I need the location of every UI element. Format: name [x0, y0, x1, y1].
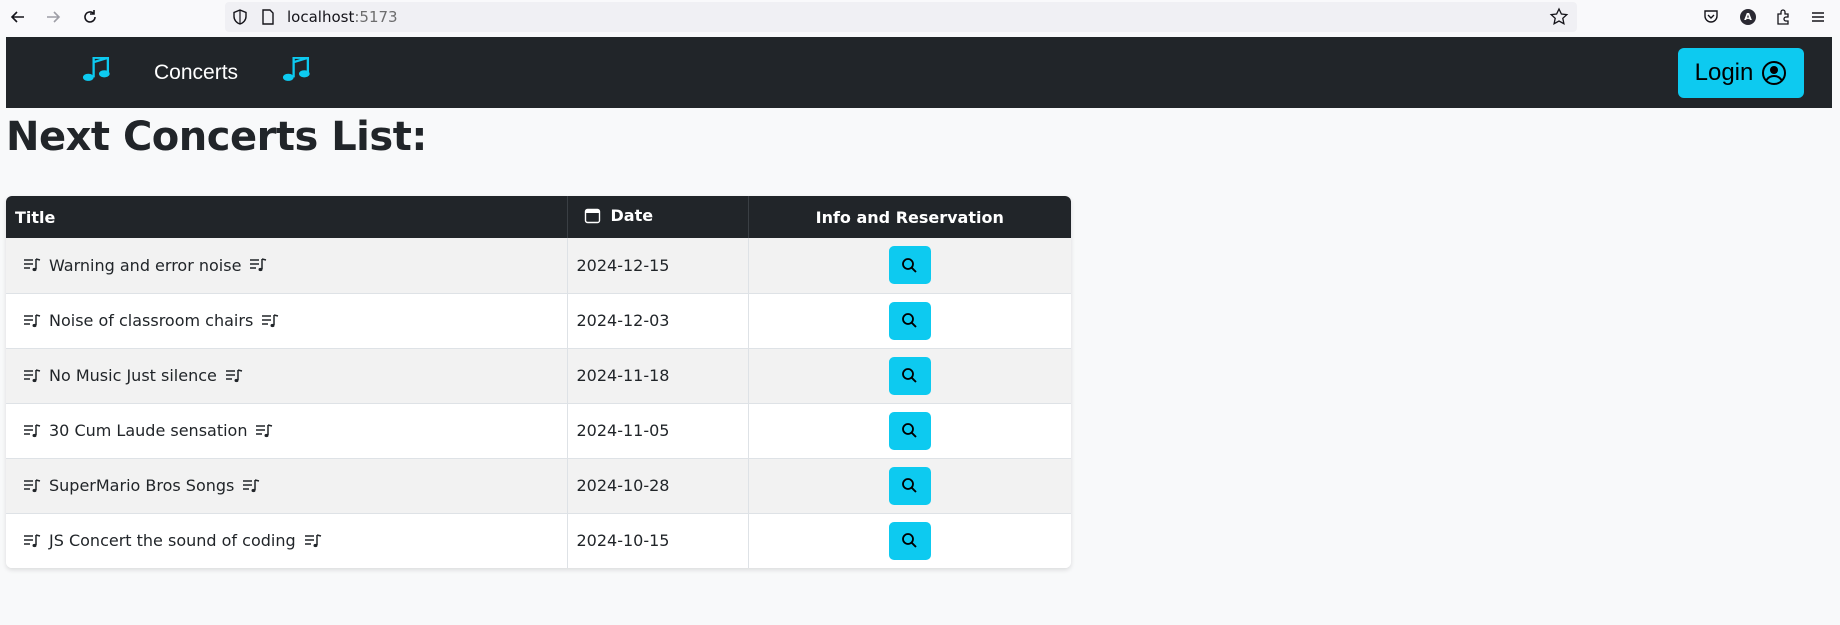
page-title: Next Concerts List:	[6, 114, 427, 160]
table-row: Noise of classroom chairs 2024-12-03	[6, 293, 1071, 349]
title-cell: 30 Cum Laude sensation	[6, 403, 568, 459]
calendar-icon	[584, 208, 600, 224]
pocket-icon[interactable]	[1700, 6, 1722, 28]
music-playlist-icon	[256, 423, 273, 437]
music-playlist-icon	[24, 258, 41, 272]
search-icon	[902, 533, 917, 548]
title-cell: No Music Just silence	[6, 348, 568, 404]
info-reservation-button[interactable]	[888, 356, 931, 395]
action-cell	[748, 403, 1071, 459]
title-cell: JS Concert the sound of coding	[6, 513, 568, 568]
date-cell: 2024-12-03	[567, 293, 749, 349]
table-header-row: Title Date Info and Reservation	[6, 196, 1071, 238]
arrow-left-icon	[10, 11, 24, 23]
info-reservation-button[interactable]	[888, 521, 931, 560]
table-row: Warning and error noise 2024-12-15	[6, 238, 1071, 294]
concert-title: SuperMario Bros Songs	[49, 476, 235, 495]
music-playlist-icon	[243, 478, 260, 492]
music-playlist-icon	[24, 478, 41, 492]
search-icon	[902, 478, 917, 493]
address-bar[interactable]: localhost:5173	[225, 2, 1577, 32]
action-cell	[748, 513, 1071, 568]
concert-title: JS Concert the sound of coding	[49, 531, 296, 551]
music-playlist-icon	[24, 534, 41, 547]
action-cell	[748, 458, 1071, 514]
music-playlist-icon	[250, 258, 267, 272]
concert-title: No Music Just silence	[49, 366, 217, 385]
info-reservation-button[interactable]	[888, 246, 931, 285]
action-cell	[748, 238, 1071, 294]
person-circle-icon	[1762, 61, 1787, 85]
info-reservation-button[interactable]	[888, 411, 931, 450]
bookmark-star-icon[interactable]	[1549, 7, 1569, 27]
title-cell: Warning and error noise	[6, 238, 568, 294]
music-note-icon	[82, 57, 110, 81]
shield-icon[interactable]	[231, 8, 249, 26]
table-row: SuperMario Bros Songs 2024-10-28	[6, 458, 1071, 514]
music-playlist-icon	[262, 313, 279, 327]
info-reservation-button[interactable]	[888, 466, 931, 505]
search-icon	[902, 368, 917, 383]
menu-icon[interactable]	[1807, 6, 1829, 28]
concert-title: 30 Cum Laude sensation	[49, 421, 248, 440]
reload-button[interactable]	[76, 3, 104, 31]
concert-date: 2024-12-15	[576, 255, 670, 275]
table-row: No Music Just silence 2024-11-18	[6, 348, 1071, 404]
header-info: Info and Reservation	[748, 196, 1071, 238]
arrow-right-icon	[47, 11, 61, 23]
login-button[interactable]: Login	[1678, 48, 1804, 98]
date-cell: 2024-11-18	[567, 348, 749, 404]
music-playlist-icon	[24, 368, 41, 382]
date-cell: 2024-11-05	[567, 403, 749, 459]
concert-title: Warning and error noise	[49, 255, 242, 275]
header-title: Title	[6, 196, 568, 238]
search-icon	[902, 313, 917, 328]
concert-date: 2024-10-28	[576, 476, 670, 495]
info-reservation-button[interactable]	[888, 301, 931, 340]
concert-date: 2024-11-18	[576, 366, 670, 385]
account-icon[interactable]: A	[1737, 6, 1759, 28]
back-button[interactable]	[4, 3, 32, 31]
header-date: Date	[567, 196, 749, 238]
action-cell	[748, 348, 1071, 404]
title-cell: SuperMario Bros Songs	[6, 458, 568, 514]
date-cell: 2024-10-15	[567, 513, 749, 568]
music-playlist-icon	[225, 368, 243, 382]
concert-title: Noise of classroom chairs	[49, 311, 254, 330]
title-cell: Noise of classroom chairs	[6, 293, 568, 349]
action-cell	[748, 293, 1071, 349]
concert-date: 2024-10-15	[576, 531, 670, 551]
search-icon	[902, 423, 917, 438]
nav-title[interactable]: Concerts	[154, 61, 238, 85]
search-icon	[902, 257, 917, 273]
login-label: Login	[1694, 59, 1754, 86]
app-navbar: Concerts Login	[6, 37, 1832, 108]
date-cell: 2024-12-15	[567, 238, 749, 294]
music-note-icon	[282, 57, 310, 81]
concerts-table: Title Date Info and Reservation Warning …	[6, 196, 1071, 568]
concert-date: 2024-12-03	[576, 311, 670, 330]
page-icon[interactable]	[259, 8, 277, 26]
url-text[interactable]: localhost:5173	[287, 8, 398, 26]
music-playlist-icon	[24, 313, 41, 327]
concert-date: 2024-11-05	[576, 421, 670, 440]
table-row: 30 Cum Laude sensation 2024-11-05	[6, 403, 1071, 459]
music-playlist-icon	[304, 534, 321, 547]
reload-icon	[84, 10, 96, 23]
forward-button[interactable]	[39, 3, 67, 31]
browser-toolbar: localhost:5173 A	[0, 0, 1840, 35]
date-cell: 2024-10-28	[567, 458, 749, 514]
table-row: JS Concert the sound of coding 2024-10-15	[6, 513, 1071, 568]
extensions-icon[interactable]	[1772, 6, 1794, 28]
music-playlist-icon	[24, 423, 41, 437]
